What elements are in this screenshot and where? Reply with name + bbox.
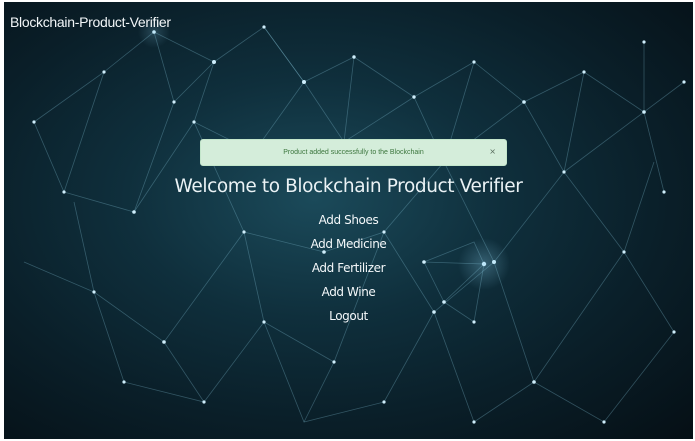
page-title: Welcome to Blockchain Product Verifier xyxy=(174,176,523,197)
add-fertilizer-link[interactable]: Add Fertilizer xyxy=(312,261,386,275)
app-viewport: Blockchain-Product-Verifier Product adde… xyxy=(4,2,693,439)
menu-item-add-medicine: Add Medicine xyxy=(4,232,693,256)
add-shoes-link[interactable]: Add Shoes xyxy=(319,213,379,227)
close-icon[interactable]: × xyxy=(489,147,496,157)
alert-message: Product added successfully to the Blockc… xyxy=(283,149,424,156)
menu-item-add-fertilizer: Add Fertilizer xyxy=(4,256,693,280)
add-medicine-link[interactable]: Add Medicine xyxy=(311,237,387,251)
add-wine-link[interactable]: Add Wine xyxy=(322,285,376,299)
menu-item-add-wine: Add Wine xyxy=(4,280,693,304)
action-menu: Add Shoes Add Medicine Add Fertilizer Ad… xyxy=(4,208,693,328)
menu-item-add-shoes: Add Shoes xyxy=(4,208,693,232)
navbar-brand[interactable]: Blockchain-Product-Verifier xyxy=(10,14,171,30)
menu-item-logout: Logout xyxy=(4,304,693,328)
success-alert: Product added successfully to the Blockc… xyxy=(200,139,507,166)
logout-link[interactable]: Logout xyxy=(329,309,368,323)
page-frame: Blockchain-Product-Verifier Product adde… xyxy=(0,0,695,441)
